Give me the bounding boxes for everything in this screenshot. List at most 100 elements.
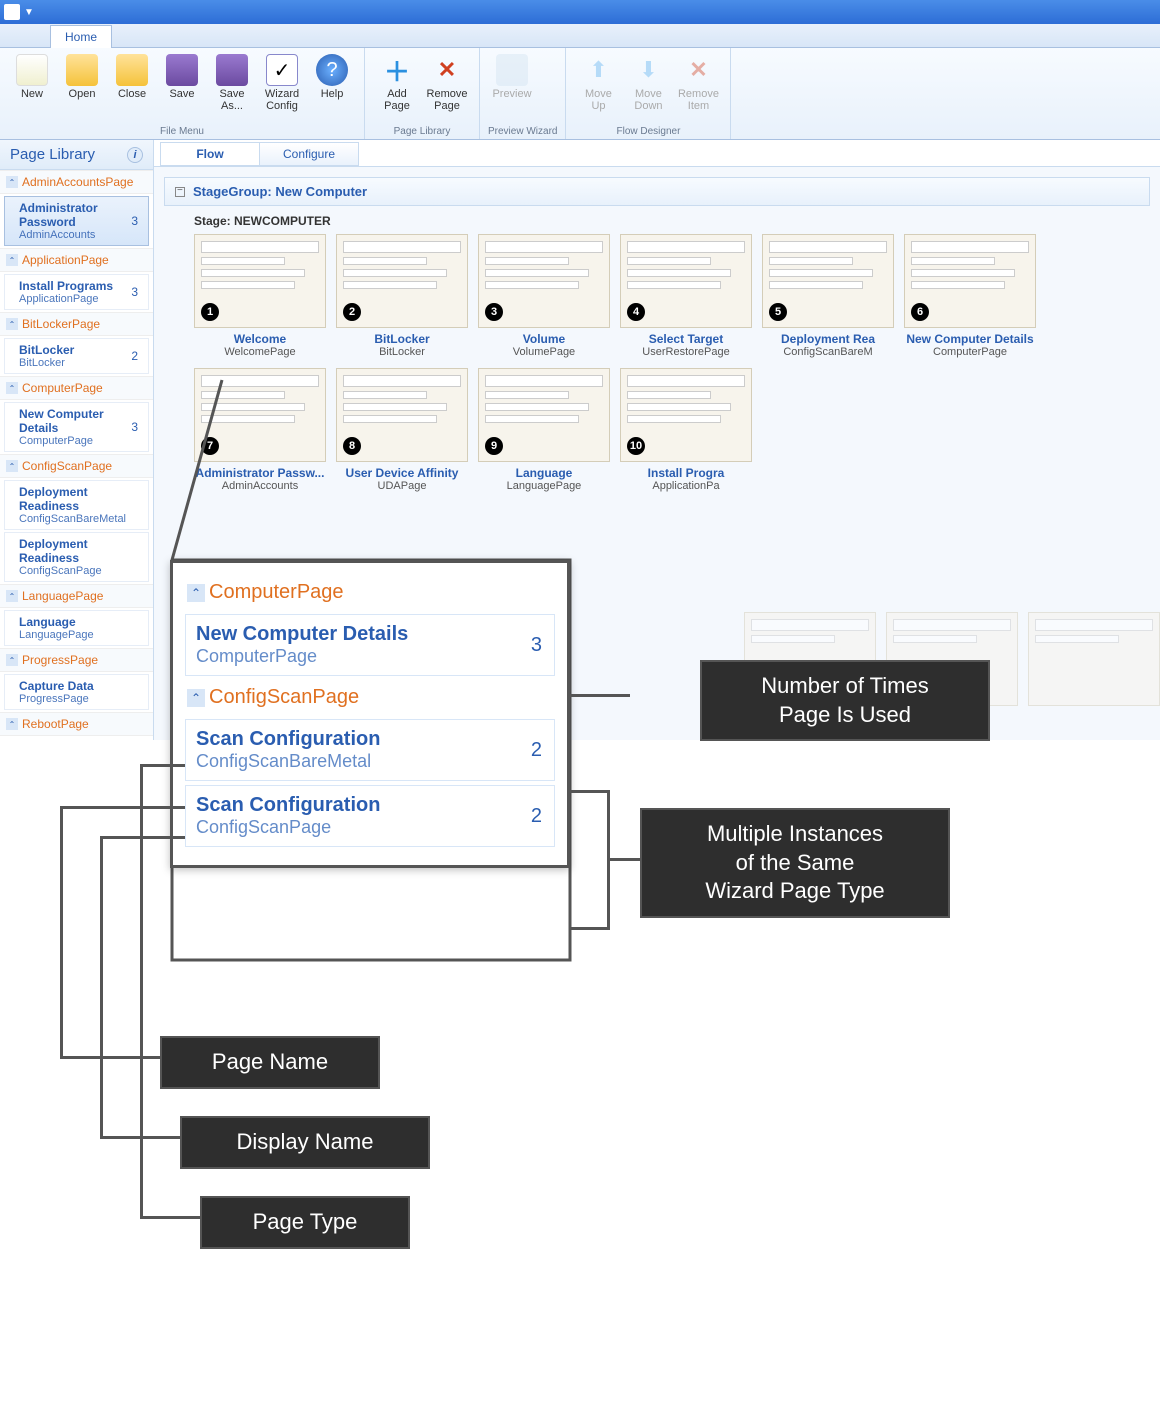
tab-home[interactable]: Home	[50, 25, 112, 48]
page-name: BitLocker	[19, 357, 74, 369]
stage-thumb-10[interactable]: 10Install PrograApplicationPa	[620, 368, 752, 492]
usage-count: 3	[131, 214, 140, 228]
thumb-display-name: Language	[478, 462, 610, 480]
step-badge: 1	[201, 303, 219, 321]
display-name: New Computer Details	[196, 623, 408, 646]
thumb-page-name: LanguagePage	[478, 480, 610, 492]
display-name: Capture Data	[19, 679, 94, 693]
chevron-up-icon: ⌃	[6, 382, 18, 394]
page-item[interactable]: Deployment ReadinessConfigScanPage	[4, 532, 149, 582]
stage-thumb-9[interactable]: 9LanguageLanguagePage	[478, 368, 610, 492]
callout-group-header[interactable]: ⌃ComputerPage	[183, 575, 557, 610]
button-label: Open	[69, 88, 96, 100]
group-name: RebootPage	[22, 717, 89, 731]
page-name: AdminAccounts	[19, 229, 131, 241]
stage-thumb-7[interactable]: 7Administrator Passw...AdminAccounts	[194, 368, 326, 492]
thumb-display-name: Deployment Rea	[762, 328, 894, 346]
stage-thumb-8[interactable]: 8User Device AffinityUDAPage	[336, 368, 468, 492]
collapse-icon[interactable]	[175, 187, 185, 197]
group-header-RebootPage[interactable]: ⌃ RebootPage	[0, 712, 153, 736]
page-item[interactable]: Capture DataProgressPage	[4, 674, 149, 710]
group-header-AdminAccountsPage[interactable]: ⌃AdminAccountsPage	[0, 170, 153, 194]
page-name: ConfigScanBareMetal	[19, 513, 138, 525]
wizcfg-button[interactable]: ✓Wizard Config	[258, 52, 306, 124]
page-name: ConfigScanPage	[196, 817, 380, 838]
group-header-LanguagePage[interactable]: ⌃LanguagePage	[0, 584, 153, 608]
page-item[interactable]: New Computer DetailsComputerPage3	[4, 402, 149, 452]
group-header-ConfigScanPage[interactable]: ⌃ConfigScanPage	[0, 454, 153, 478]
help-button[interactable]: ?Help	[308, 52, 356, 124]
connector-line	[570, 694, 630, 697]
info-icon[interactable]: i	[127, 147, 143, 163]
ribbon: NewOpenCloseSaveSave As...✓Wizard Config…	[0, 48, 1160, 140]
callout-page-item[interactable]: New Computer DetailsComputerPage3	[185, 614, 555, 676]
stage-thumb-4[interactable]: 4Select TargetUserRestorePage	[620, 234, 752, 358]
annotation-multi: Multiple Instancesof the SameWizard Page…	[640, 808, 950, 918]
close-button[interactable]: Close	[108, 52, 156, 124]
stage-thumb-6[interactable]: 6New Computer DetailsComputerPage	[904, 234, 1036, 358]
callout-group-header[interactable]: ⌃ConfigScanPage	[183, 680, 557, 715]
rmitem-button: ✕Remove Item	[674, 52, 722, 124]
ribbon-group-label: Page Library	[373, 124, 471, 137]
group-name: ConfigScanPage	[22, 459, 112, 473]
thumbnail-image: 4	[620, 234, 752, 328]
button-label: Close	[118, 88, 146, 100]
annotation-pagetype: Page Type	[200, 1196, 410, 1249]
group-name: ConfigScanPage	[209, 686, 359, 709]
button-label: Wizard Config	[260, 88, 304, 112]
group-name: ComputerPage	[22, 381, 103, 395]
group-header-BitLockerPage[interactable]: ⌃ BitLockerPage	[0, 312, 153, 336]
thumbnail-image: 2	[336, 234, 468, 328]
group-name: BitLockerPage	[22, 317, 100, 331]
button-label: Remove Item	[676, 88, 720, 112]
thumbnail-image: 6	[904, 234, 1036, 328]
group-header-ComputerPage[interactable]: ⌃ ComputerPage	[0, 376, 153, 400]
display-name: Deployment Readiness	[19, 537, 138, 565]
group-header-ApplicationPage[interactable]: ⌃ApplicationPage	[0, 248, 153, 272]
new-button[interactable]: New	[8, 52, 56, 124]
stage-thumb-5[interactable]: 5Deployment ReaConfigScanBareM	[762, 234, 894, 358]
wizard-icon: ✓	[266, 54, 298, 86]
open-button[interactable]: Open	[58, 52, 106, 124]
page-name: ConfigScanBareMetal	[196, 751, 380, 772]
display-name: Language	[19, 615, 94, 629]
connector-line	[100, 836, 103, 1136]
rmpage-button[interactable]: ✕Remove Page	[423, 52, 471, 124]
page-name: ComputerPage	[196, 646, 408, 667]
chevron-up-icon: ⌃	[187, 584, 205, 602]
page-item[interactable]: LanguageLanguagePage	[4, 610, 149, 646]
saveas-button[interactable]: Save As...	[208, 52, 256, 124]
stagegroup-header[interactable]: StageGroup: New Computer	[164, 177, 1150, 206]
stage-thumb-3[interactable]: 3VolumeVolumePage	[478, 234, 610, 358]
chevron-up-icon: ⌃	[187, 689, 205, 707]
page-item[interactable]: Deployment ReadinessConfigScanBareMetal	[4, 480, 149, 530]
thumb-display-name: New Computer Details	[904, 328, 1036, 346]
ribbon-group-label: Preview Wizard	[488, 124, 557, 137]
page-item[interactable]: Administrator PasswordAdminAccounts3	[4, 196, 149, 246]
chevron-up-icon: ⌃	[6, 718, 18, 730]
callout-page-item[interactable]: Scan ConfigurationConfigScanPage2	[185, 785, 555, 847]
button-label: Move Up	[576, 88, 620, 112]
chevron-up-icon: ⌃	[6, 176, 18, 188]
page-item[interactable]: BitLockerBitLocker2	[4, 338, 149, 374]
qat-dropdown-icon[interactable]: ▼	[24, 7, 34, 18]
connector-line	[140, 1216, 200, 1219]
stage-thumb-1[interactable]: 1WelcomeWelcomePage	[194, 234, 326, 358]
page-library-title: Page Library	[10, 146, 95, 163]
subtab-flow[interactable]: Flow	[160, 142, 260, 166]
folder-icon	[116, 54, 148, 86]
step-badge: 6	[911, 303, 929, 321]
remove-icon: ✕	[431, 54, 463, 86]
save-button[interactable]: Save	[158, 52, 206, 124]
group-header-ProgressPage[interactable]: ⌃ProgressPage	[0, 648, 153, 672]
usage-count: 2	[131, 349, 140, 363]
display-name: Deployment Readiness	[19, 485, 138, 513]
step-badge: 5	[769, 303, 787, 321]
subtab-configure[interactable]: Configure	[259, 142, 359, 166]
stage-thumb-2[interactable]: 2BitLockerBitLocker	[336, 234, 468, 358]
callout-page-item[interactable]: Scan ConfigurationConfigScanBareMetal2	[185, 719, 555, 781]
page-item[interactable]: Install ProgramsApplicationPage3	[4, 274, 149, 310]
addpage-button[interactable]: ＋Add Page	[373, 52, 421, 124]
chevron-up-icon: ⌃	[6, 318, 18, 330]
thumb-page-name: AdminAccounts	[194, 480, 326, 492]
